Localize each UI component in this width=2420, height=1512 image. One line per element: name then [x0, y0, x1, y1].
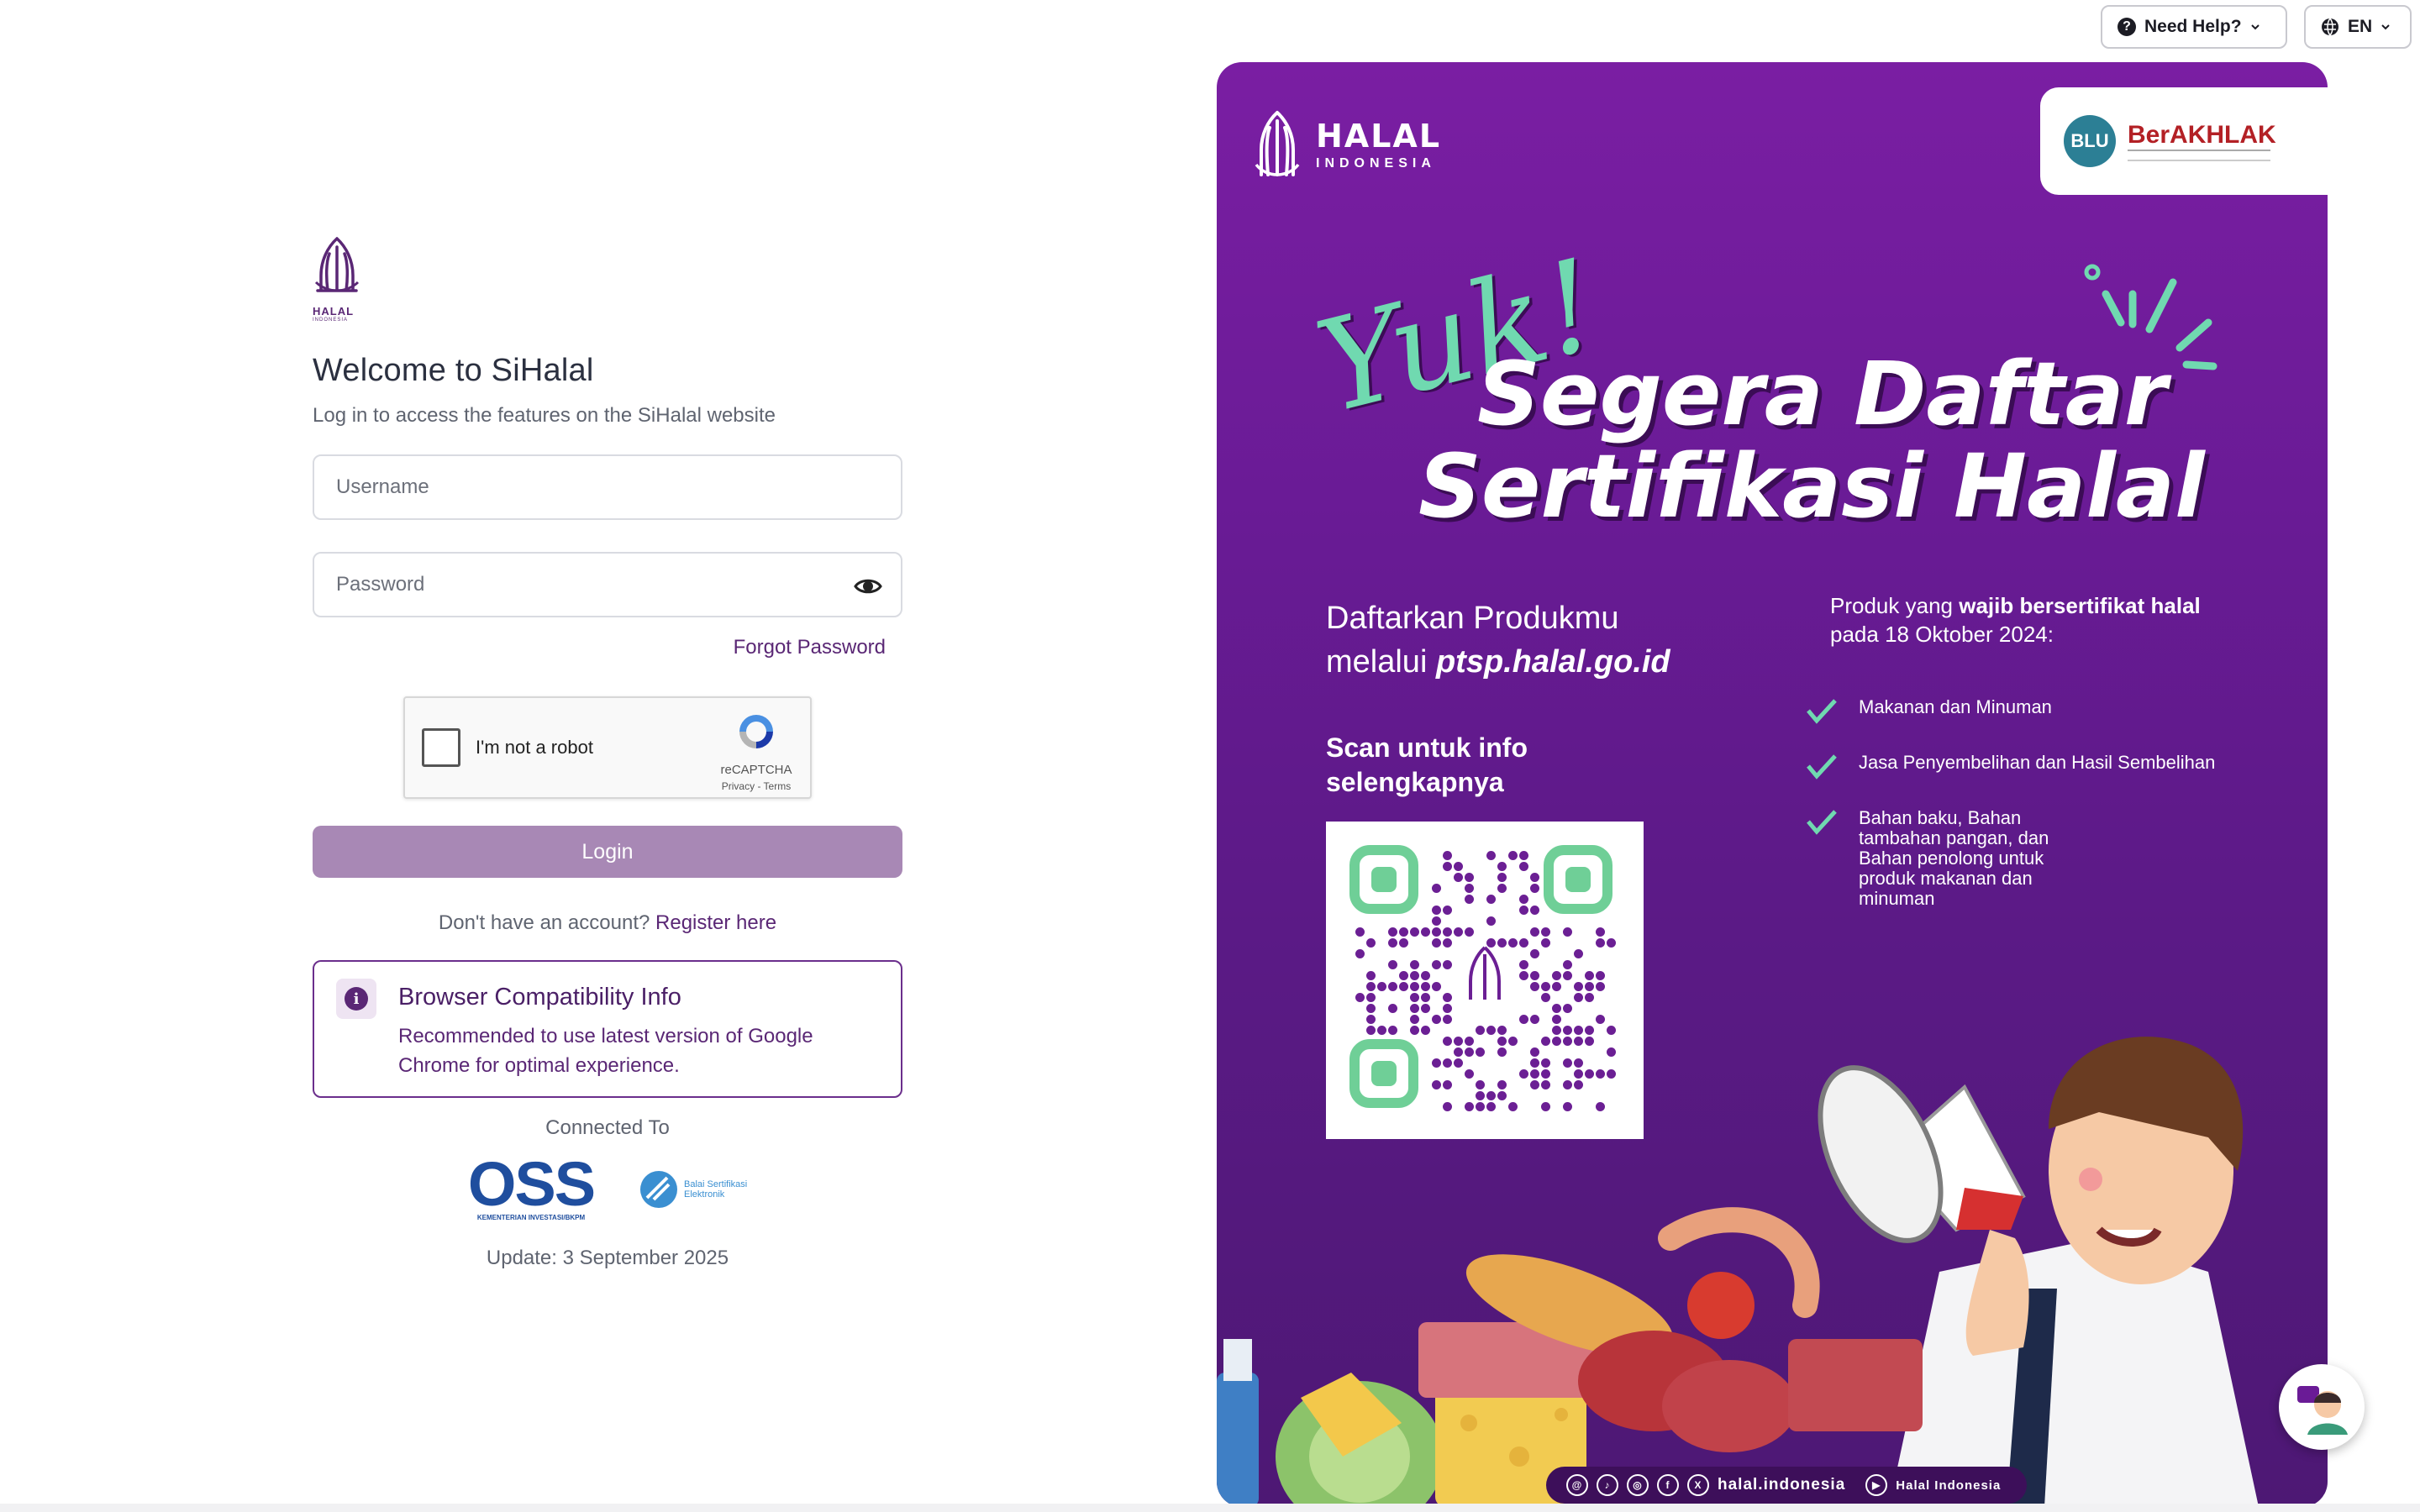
list-item: Jasa Penyembelihan dan Hasil Sembelihan [1805, 753, 2309, 780]
chat-assistant-button[interactable] [2279, 1364, 2365, 1450]
bsre-text: Balai Sertifikasi Elektronik [684, 1179, 748, 1200]
poster-brand: HALAL INDONESIA [1252, 109, 1441, 180]
recaptcha-label: I'm not a robot [476, 737, 593, 758]
headline-line-2: Sertifikasi Halal [1418, 435, 2205, 538]
info-icon: i [336, 979, 376, 1019]
password-field[interactable] [313, 552, 902, 617]
poster-brand-title: HALAL [1316, 118, 1442, 155]
question-icon: ? [2118, 18, 2136, 36]
list-item-text: Bahan baku, Bahan tambahan pangan, dan B… [1859, 807, 2049, 909]
social-handle: halal.indonesia [1718, 1476, 1846, 1494]
need-help-label: Need Help? [2144, 17, 2242, 36]
list-item: Bahan baku, Bahan tambahan pangan, dan B… [1805, 808, 2309, 909]
poster-brand-sub: INDONESIA [1316, 156, 1436, 171]
page-title: Welcome to SiHalal [313, 353, 594, 388]
bottom-strip [0, 1504, 2420, 1512]
halal-logo: HALAL INDONESIA [313, 235, 361, 323]
connected-label: Connected To [545, 1116, 670, 1139]
chat-avatar-icon [2297, 1386, 2348, 1435]
list-item-text: Makanan dan Minuman [1859, 696, 2052, 717]
berakhlak-sub-decor [2128, 150, 2270, 161]
info-body: Recommended to use latest version of Goo… [398, 1025, 813, 1077]
promo-poster: HALAL INDONESIA BLU BerAKHLAK Yuk! Seger… [1217, 62, 2328, 1507]
eye-icon[interactable] [854, 572, 882, 601]
language-label: EN [2348, 17, 2373, 36]
chevron-down-icon [2381, 24, 2390, 30]
register-link[interactable]: Register here [655, 911, 776, 934]
username-input[interactable] [334, 475, 881, 500]
halal-logo-icon [1255, 111, 1300, 176]
info-title: Browser Compatibility Info [398, 984, 681, 1011]
blu-logo: BLU [2064, 115, 2116, 167]
poster-illustration [1217, 1037, 2259, 1507]
check-icon [1807, 754, 1837, 780]
browser-info-box: i Browser Compatibility Info Recommended… [313, 960, 902, 1098]
oss-logo-sub: KEMENTERIAN INVESTASI/BKPM [476, 1214, 586, 1221]
language-button[interactable]: EN [2304, 5, 2412, 49]
register-row: Don't have an account? Register here [313, 911, 902, 935]
scan-line-1: Scan untuk info [1326, 732, 1528, 763]
check-icon [1807, 810, 1837, 835]
youtube-icon[interactable]: ▶ [1865, 1474, 1888, 1496]
oss-logo-text: OSS [467, 1149, 596, 1219]
poster-headline: Segera Daftar Sertifikasi Halal [1351, 348, 2275, 533]
recaptcha-widget[interactable]: I'm not a robot reCAPTCHA Privacy - Term… [403, 696, 812, 799]
partner-logos: OSS KEMENTERIAN INVESTASI/BKPM Balai Ser… [313, 1149, 902, 1222]
password-input[interactable] [334, 572, 881, 597]
scan-text: Scan untuk info selengkapnya [1326, 731, 1528, 800]
recaptcha-links[interactable]: Privacy - Terms [718, 780, 795, 792]
berakhlak-title: BerAKHLAK [2128, 121, 2276, 149]
daftar-prefix: melalui [1326, 644, 1436, 680]
social-channel: Halal Indonesia [1896, 1478, 2002, 1493]
username-field[interactable] [313, 454, 902, 520]
forgot-password-link[interactable]: Forgot Password [313, 636, 886, 659]
globe-icon [2322, 18, 2338, 36]
x-icon[interactable]: X [1687, 1474, 1709, 1496]
oss-logo: OSS KEMENTERIAN INVESTASI/BKPM [464, 1149, 598, 1222]
recaptcha-brand: reCAPTCHA [720, 763, 792, 777]
produk-date: pada 18 Oktober 2024: [1830, 622, 2054, 647]
produk-prefix: Produk yang [1830, 593, 1960, 618]
update-date: Update: 3 September 2025 [486, 1247, 729, 1269]
daftar-text: Daftarkan Produkmu melalui ptsp.halal.go… [1326, 596, 1670, 684]
bsre-logo: Balai Sertifikasi Elektronik [639, 1169, 751, 1210]
berakhlak-badge: BLU BerAKHLAK [2040, 87, 2328, 195]
headline-line-1: Segera Daftar [1477, 343, 2168, 445]
need-help-button[interactable]: ? Need Help? [2101, 5, 2287, 49]
threads-icon[interactable]: @ [1566, 1474, 1588, 1496]
login-panel: HALAL INDONESIA Welcome to SiHalal Log i… [313, 235, 902, 1270]
list-item: Makanan dan Minuman [1805, 697, 2309, 724]
recaptcha-icon [739, 715, 773, 748]
tiktok-icon[interactable]: ♪ [1597, 1474, 1618, 1496]
bsre-icon [640, 1170, 677, 1208]
page-subtitle: Log in to access the features on the SiH… [313, 404, 776, 427]
list-item-text: Jasa Penyembelihan dan Hasil Sembelihan [1859, 752, 2216, 773]
login-button[interactable]: Login [313, 826, 902, 878]
daftar-url: ptsp.halal.go.id [1435, 644, 1670, 680]
produk-list: Makanan dan Minuman Jasa Penyembelihan d… [1805, 675, 2309, 937]
check-icon [1807, 699, 1837, 724]
produk-bold: wajib bersertifikat halal [1959, 593, 2201, 618]
chevron-down-icon [2250, 24, 2260, 30]
facebook-icon[interactable]: f [1657, 1474, 1679, 1496]
recaptcha-checkbox[interactable] [422, 728, 460, 767]
scan-line-2: selengkapnya [1326, 767, 1504, 797]
social-bar: @ ♪ ◎ f X halal.indonesia ▶ Halal Indone… [1546, 1467, 2027, 1504]
instagram-icon[interactable]: ◎ [1627, 1474, 1649, 1496]
register-prefix: Don't have an account? [438, 911, 650, 934]
daftar-line-1: Daftarkan Produkmu [1326, 601, 1619, 636]
produk-text: Produk yang wajib bersertifikat halal pa… [1830, 591, 2267, 648]
